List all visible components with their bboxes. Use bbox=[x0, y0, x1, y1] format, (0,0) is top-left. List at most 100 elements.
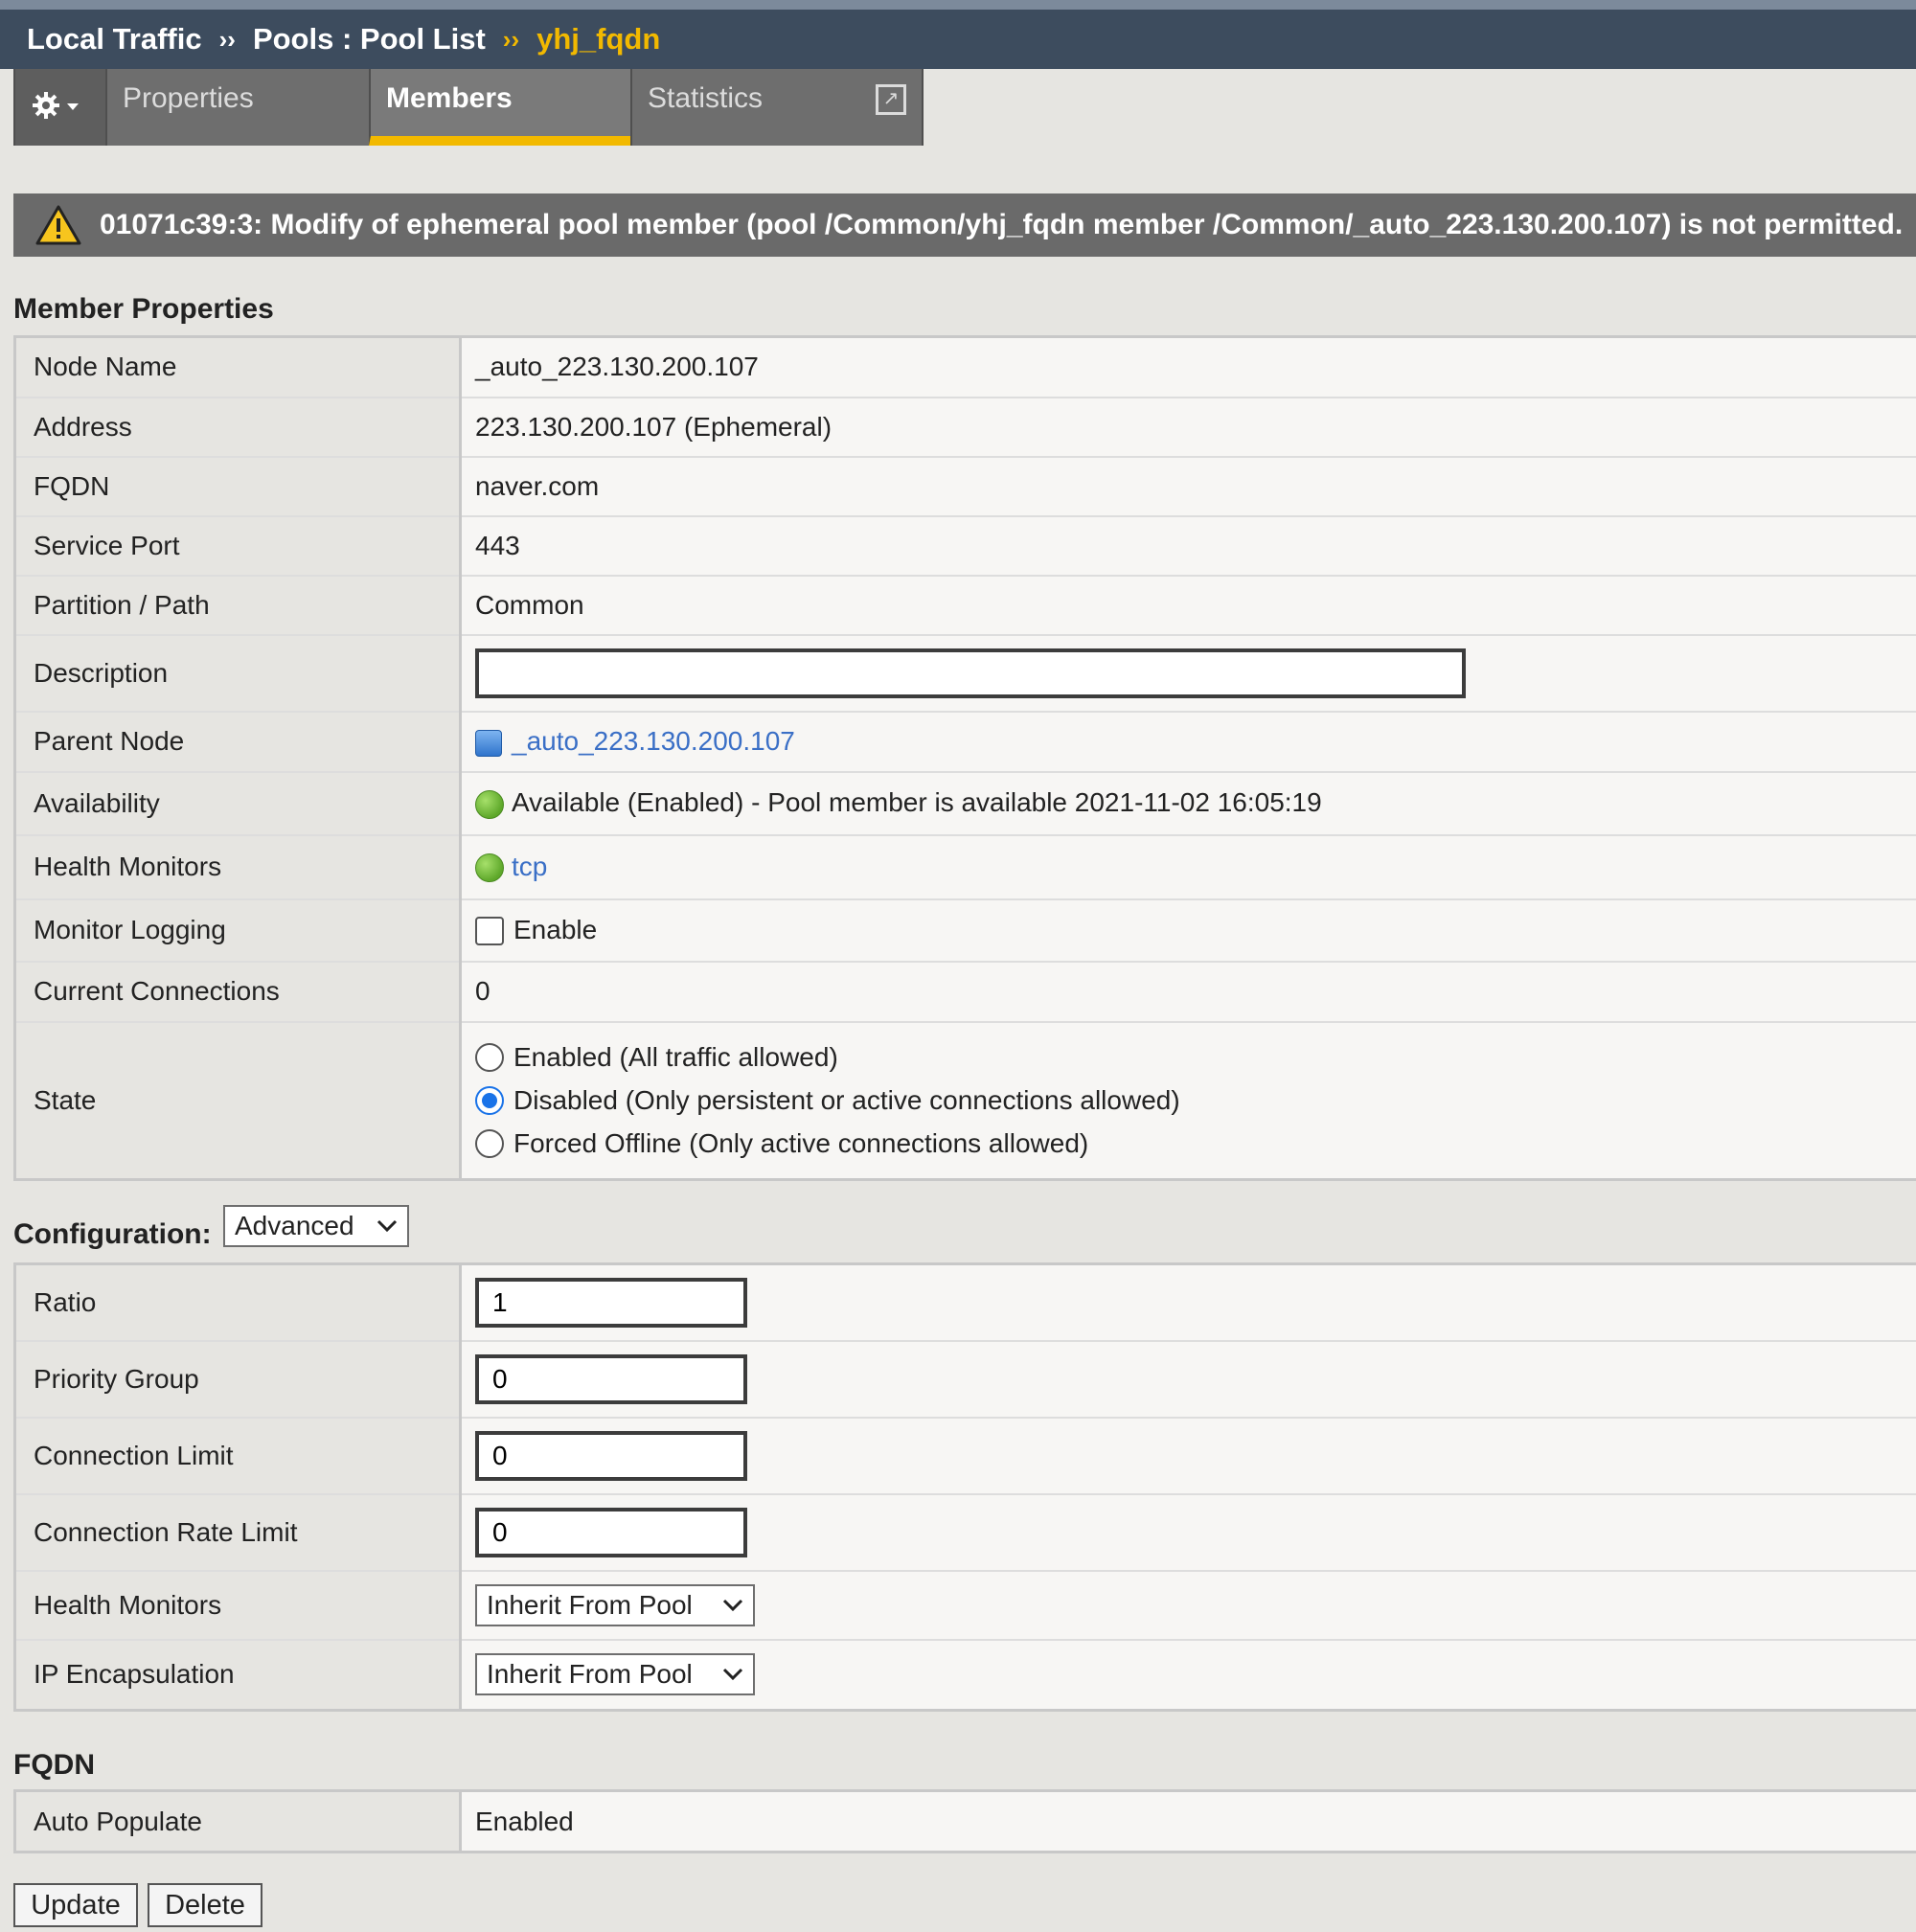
table-row: Node Name _auto_223.130.200.107 bbox=[14, 336, 1916, 398]
current-connections-value: 0 bbox=[460, 961, 1916, 1023]
node-icon bbox=[475, 729, 502, 757]
state-option-disabled[interactable]: Disabled (Only persistent or active conn… bbox=[475, 1079, 1916, 1122]
chevron-down-icon bbox=[722, 1599, 743, 1611]
partition-value: Common bbox=[460, 575, 1916, 636]
external-link-icon[interactable]: ↗ bbox=[876, 84, 906, 115]
availability-label: Availability bbox=[14, 771, 462, 836]
fqdn-table: Auto Populate Enabled bbox=[13, 1789, 1916, 1853]
table-row: Description bbox=[14, 634, 1916, 713]
tab-properties[interactable]: Properties bbox=[105, 69, 369, 146]
breadcrumb-pool-list[interactable]: Pools : Pool List bbox=[253, 22, 486, 57]
table-row: FQDN naver.com bbox=[14, 456, 1916, 517]
table-row: Monitor Logging Enable bbox=[14, 898, 1916, 963]
address-value: 223.130.200.107 (Ephemeral) bbox=[460, 397, 1916, 458]
configuration-label: Configuration: bbox=[13, 1218, 212, 1250]
service-port-label: Service Port bbox=[14, 515, 462, 577]
configuration-table: Ratio Priority Group Connection Limit Co… bbox=[13, 1262, 1916, 1712]
status-available-icon bbox=[475, 789, 504, 819]
chevron-down-icon bbox=[376, 1219, 398, 1233]
tab-bar: Properties Members Statistics ↗ bbox=[0, 69, 1916, 146]
health-monitors-select-value: Inherit From Pool bbox=[487, 1589, 693, 1620]
table-row: Partition / Path Common bbox=[14, 575, 1916, 636]
node-name-value: _auto_223.130.200.107 bbox=[460, 336, 1916, 398]
table-row: Parent Node _auto_223.130.200.107 bbox=[14, 711, 1916, 773]
connection-limit-input[interactable] bbox=[475, 1430, 747, 1481]
error-message: 01071c39:3: Modify of ephemeral pool mem… bbox=[100, 209, 1904, 240]
table-row: Auto Populate Enabled bbox=[14, 1790, 1916, 1853]
ip-encapsulation-select-value: Inherit From Pool bbox=[487, 1659, 693, 1690]
table-row: Priority Group bbox=[14, 1340, 1916, 1419]
address-label: Address bbox=[14, 397, 462, 458]
tab-members[interactable]: Members bbox=[369, 69, 630, 146]
table-row: Service Port 443 bbox=[14, 515, 1916, 577]
fqdn-section-title: FQDN bbox=[13, 1749, 95, 1781]
state-label: State bbox=[14, 1021, 462, 1181]
status-monitor-icon bbox=[475, 853, 504, 883]
delete-button[interactable]: Delete bbox=[148, 1883, 262, 1927]
monitor-logging-checkbox-label: Enable bbox=[513, 914, 598, 944]
auto-populate-value: Enabled bbox=[460, 1790, 1916, 1853]
description-input[interactable] bbox=[475, 648, 1466, 698]
warning-icon bbox=[35, 205, 81, 245]
table-row: Address 223.130.200.107 (Ephemeral) bbox=[14, 397, 1916, 458]
error-banner: 01071c39:3: Modify of ephemeral pool mem… bbox=[13, 193, 1916, 257]
member-properties-title: Member Properties bbox=[13, 293, 274, 325]
table-row: Health Monitors tcp bbox=[14, 834, 1916, 900]
service-port-value: 443 bbox=[460, 515, 1916, 577]
table-row: Connection Rate Limit bbox=[14, 1493, 1916, 1572]
ip-encapsulation-label: IP Encapsulation bbox=[14, 1639, 462, 1712]
monitor-logging-checkbox[interactable] bbox=[475, 917, 504, 946]
tab-statistics-label: Statistics bbox=[648, 82, 764, 114]
priority-group-input[interactable] bbox=[475, 1353, 747, 1404]
table-row: IP Encapsulation Inherit From Pool bbox=[14, 1639, 1916, 1712]
state-disabled-radio[interactable] bbox=[475, 1085, 504, 1115]
breadcrumb: Local Traffic ›› Pools : Pool List ›› yh… bbox=[0, 0, 1916, 69]
parent-node-label: Parent Node bbox=[14, 711, 462, 773]
health-monitors-select[interactable]: Inherit From Pool bbox=[475, 1583, 755, 1626]
table-row: Availability Available (Enabled) - Pool … bbox=[14, 771, 1916, 836]
connection-rate-limit-label: Connection Rate Limit bbox=[14, 1493, 462, 1572]
health-monitor-link[interactable]: tcp bbox=[512, 852, 547, 881]
member-properties-table: Node Name _auto_223.130.200.107 Address … bbox=[13, 335, 1916, 1181]
breadcrumb-current: yhj_fqdn bbox=[536, 22, 661, 56]
chevron-down-icon bbox=[67, 103, 79, 110]
ip-encapsulation-select[interactable]: Inherit From Pool bbox=[475, 1653, 755, 1696]
chevron-down-icon bbox=[722, 1669, 743, 1681]
fqdn-value: naver.com bbox=[460, 456, 1916, 517]
description-label: Description bbox=[14, 634, 462, 713]
state-option-enabled[interactable]: Enabled (All traffic allowed) bbox=[475, 1035, 1916, 1079]
fqdn-label: FQDN bbox=[14, 456, 462, 517]
health-monitors-label: Health Monitors bbox=[14, 834, 462, 900]
tab-statistics[interactable]: Statistics ↗ bbox=[630, 69, 924, 146]
connection-limit-label: Connection Limit bbox=[14, 1417, 462, 1495]
gear-icon bbox=[33, 92, 79, 119]
availability-value: Available (Enabled) - Pool member is ava… bbox=[512, 787, 1322, 818]
current-connections-label: Current Connections bbox=[14, 961, 462, 1023]
table-row: Ratio bbox=[14, 1263, 1916, 1342]
state-forced-offline-radio[interactable] bbox=[475, 1128, 504, 1158]
update-button[interactable]: Update bbox=[13, 1883, 138, 1927]
state-option-forced-offline[interactable]: Forced Offline (Only active connections … bbox=[475, 1122, 1916, 1165]
ratio-label: Ratio bbox=[14, 1263, 462, 1342]
priority-group-label: Priority Group bbox=[14, 1340, 462, 1419]
partition-label: Partition / Path bbox=[14, 575, 462, 636]
config-health-monitors-label: Health Monitors bbox=[14, 1570, 462, 1641]
node-name-label: Node Name bbox=[14, 336, 462, 398]
table-row: Health Monitors Inherit From Pool bbox=[14, 1570, 1916, 1641]
state-enabled-radio[interactable] bbox=[475, 1042, 504, 1072]
table-row: Connection Limit bbox=[14, 1417, 1916, 1495]
ratio-input[interactable] bbox=[475, 1277, 747, 1328]
parent-node-link[interactable]: _auto_223.130.200.107 bbox=[512, 726, 795, 756]
state-forced-offline-label: Forced Offline (Only active connections … bbox=[513, 1127, 1089, 1158]
gear-menu-button[interactable] bbox=[13, 69, 105, 146]
configuration-mode-value: Advanced bbox=[235, 1211, 354, 1240]
table-row: State Enabled (All traffic allowed) Disa… bbox=[14, 1021, 1916, 1181]
connection-rate-limit-input[interactable] bbox=[475, 1507, 747, 1557]
breadcrumb-separator: ›› bbox=[502, 24, 520, 54]
breadcrumb-local-traffic[interactable]: Local Traffic bbox=[27, 22, 202, 57]
configuration-mode-select[interactable]: Advanced bbox=[223, 1205, 409, 1247]
state-disabled-label: Disabled (Only persistent or active conn… bbox=[513, 1084, 1180, 1115]
auto-populate-label: Auto Populate bbox=[14, 1790, 462, 1853]
monitor-logging-label: Monitor Logging bbox=[14, 898, 462, 963]
table-row: Current Connections 0 bbox=[14, 961, 1916, 1023]
